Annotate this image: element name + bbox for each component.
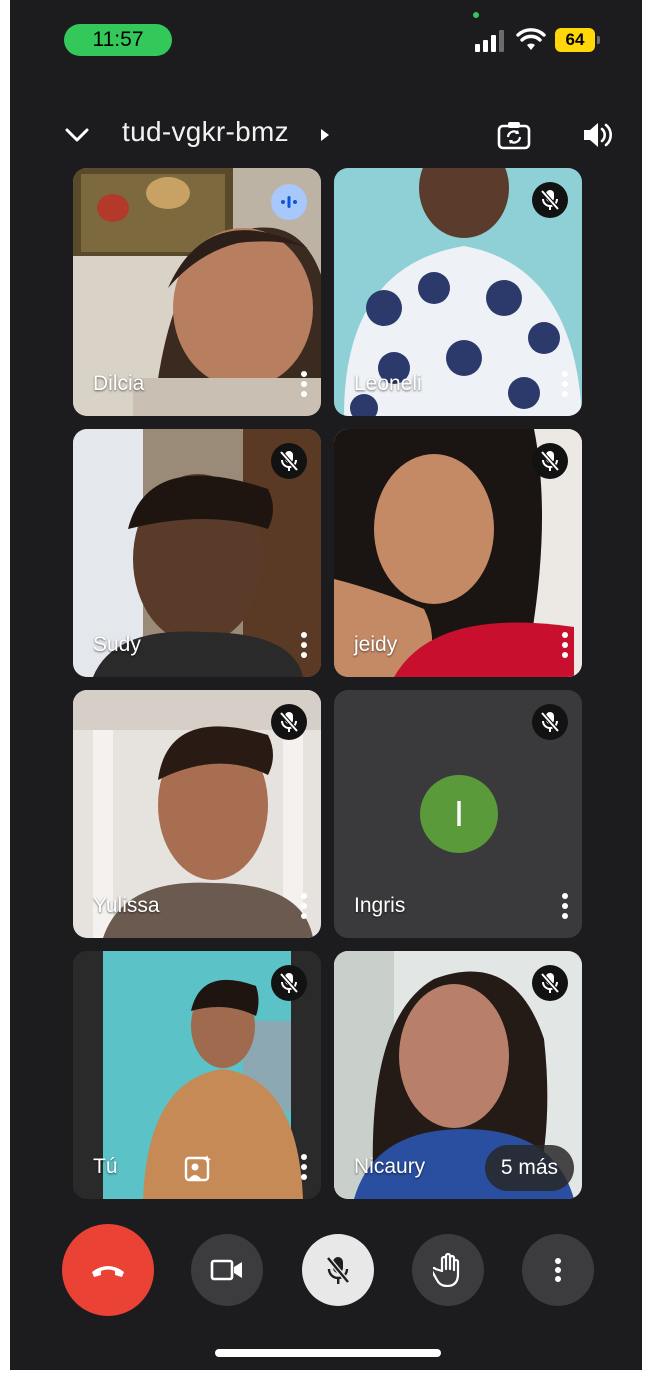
- mic-off-icon: [279, 972, 299, 994]
- wifi-icon: [516, 28, 546, 50]
- mic-off-icon: [279, 711, 299, 733]
- participant-tile-self[interactable]: Tú: [73, 951, 321, 1199]
- participant-name: Nicaury: [354, 1155, 426, 1178]
- tile-more-options-icon[interactable]: [560, 631, 570, 659]
- status-time: 11:57: [64, 24, 172, 56]
- muted-indicator: [532, 182, 568, 218]
- muted-indicator: [532, 965, 568, 1001]
- participant-tile-nicaury[interactable]: Nicaury 5 más: [334, 951, 582, 1199]
- participant-tile-leoneli[interactable]: Leoneli: [334, 168, 582, 416]
- mic-off-icon: [326, 1256, 350, 1284]
- battery-level: 64: [555, 28, 595, 52]
- visual-effects-icon[interactable]: [183, 1153, 213, 1183]
- muted-indicator: [532, 443, 568, 479]
- participant-tile-sudy[interactable]: Sudy: [73, 429, 321, 677]
- speaking-indicator: [271, 184, 307, 220]
- muted-indicator: [271, 704, 307, 740]
- muted-indicator: [271, 443, 307, 479]
- hand-icon: [433, 1253, 460, 1287]
- speaker-icon[interactable]: [580, 118, 614, 152]
- flip-camera-icon[interactable]: [496, 118, 532, 154]
- more-vertical-icon: [555, 1258, 561, 1282]
- battery-tip: [597, 36, 600, 44]
- mic-off-icon: [540, 189, 560, 211]
- raise-hand-button[interactable]: [412, 1234, 484, 1306]
- participant-name: Leoneli: [354, 372, 422, 395]
- participant-tile-jeidy[interactable]: jeidy: [334, 429, 582, 677]
- tile-more-options-icon[interactable]: [299, 631, 309, 659]
- participant-tile-ingris[interactable]: I Ingris: [334, 690, 582, 938]
- participant-tile-dilcia[interactable]: Dilcia: [73, 168, 321, 416]
- muted-indicator: [271, 965, 307, 1001]
- mic-off-icon: [540, 450, 560, 472]
- cellular-signal-icon: [475, 30, 504, 52]
- video-camera-icon: [210, 1259, 242, 1281]
- tile-more-options-icon[interactable]: [299, 892, 309, 920]
- more-participants-button[interactable]: 5 más: [484, 1145, 574, 1191]
- participant-name: Sudy: [93, 633, 141, 656]
- mic-off-icon: [540, 711, 560, 733]
- camera-in-use-indicator: [473, 12, 479, 18]
- participant-name: Tú: [93, 1155, 118, 1178]
- participant-avatar: I: [420, 775, 498, 853]
- end-call-button[interactable]: [62, 1224, 154, 1316]
- camera-toggle-button[interactable]: [191, 1234, 263, 1306]
- meeting-code[interactable]: tud-vgkr-bmz: [122, 116, 289, 148]
- participant-name: Ingris: [354, 894, 406, 917]
- mic-off-icon: [540, 972, 560, 994]
- microphone-toggle-button[interactable]: [302, 1234, 374, 1306]
- tile-more-options-icon[interactable]: [299, 1153, 309, 1181]
- more-options-button[interactable]: [522, 1234, 594, 1306]
- phone-screen: 11:57 64 tud-vgkr-bmz Dilcia Leoneli Sud…: [10, 0, 642, 1370]
- caret-right-icon[interactable]: [320, 128, 330, 142]
- muted-indicator: [532, 704, 568, 740]
- tile-more-options-icon[interactable]: [299, 370, 309, 398]
- home-indicator[interactable]: [215, 1349, 441, 1357]
- collapse-chevron-icon[interactable]: [62, 120, 92, 150]
- audio-level-icon: [281, 196, 297, 208]
- participant-name: Dilcia: [93, 372, 145, 395]
- tile-more-options-icon[interactable]: [560, 370, 570, 398]
- participant-name: Yulissa: [93, 894, 160, 917]
- end-call-icon: [92, 1266, 124, 1277]
- mic-off-icon: [279, 450, 299, 472]
- tile-more-options-icon[interactable]: [560, 892, 570, 920]
- participant-name: jeidy: [354, 633, 398, 656]
- participant-tile-yulissa[interactable]: Yulissa: [73, 690, 321, 938]
